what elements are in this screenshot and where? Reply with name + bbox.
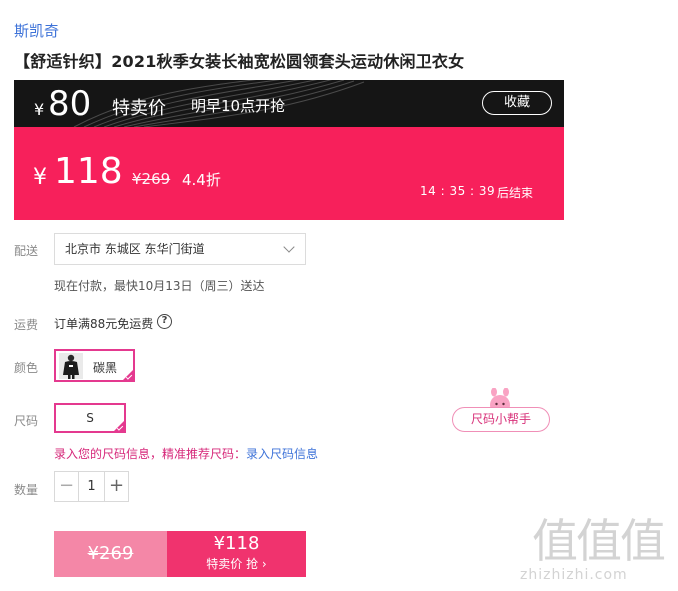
quantity-input[interactable] [79,472,104,501]
current-price-panel: ¥ 118 ¥269 4.4折 14 : 35 : 39 后结束 [14,127,564,220]
countdown-timer: 14 : 35 : 39 [420,184,496,198]
watermark-logo: 值值值 zhizhizhi.com [520,505,678,591]
size-hint-row: 录入您的尺码信息，精准推荐尺码：录入尺码信息 [54,445,318,462]
presale-strip: ¥ 80 特卖价 明早10点开抢 收藏 [14,80,564,127]
delivery-estimate: 现在付款，最快10月13日（周三）送达 [54,279,265,293]
buy-flash-price: ¥118 [213,533,260,554]
color-option-label: 碳黑 [93,361,118,375]
address-select[interactable]: 北京市 东城区 东华门街道 [54,233,306,265]
decrement-button[interactable]: − [55,472,79,501]
original-price: ¥269 [132,170,171,188]
quantity-label: 数量 [14,483,39,497]
buy-original-price-button[interactable]: ¥269 [54,531,167,577]
current-price: 118 [54,151,123,192]
quantity-stepper: − + [54,471,129,502]
color-label: 颜色 [14,361,39,375]
size-hint-text: 录入您的尺码信息，精准推荐尺码： [54,447,247,461]
product-title: 【舒适针织】2021秋季女装长袖宽松圆领套头运动休闲卫衣女 [14,52,465,71]
size-option-label: S [86,411,94,425]
presale-start-time: 明早10点开抢 [191,97,286,115]
question-circle-icon[interactable]: ? [157,314,172,329]
current-currency: ¥ [33,165,47,190]
presale-price: 80 [48,84,92,124]
shipping-label: 运费 [14,318,39,332]
buy-flash-label: 特卖价 抢 › [206,557,267,571]
color-option-selected[interactable]: 碳黑 [54,349,135,382]
countdown-suffix: 后结束 [497,186,534,200]
size-helper-button[interactable]: 尺码小帮手 [452,388,550,434]
size-option-selected[interactable]: S [54,403,126,433]
presale-currency: ¥ [34,100,45,119]
brand-link[interactable]: 斯凯奇 [14,20,59,41]
increment-button[interactable]: + [104,472,128,501]
watermark-chars: 值值值 [532,514,666,568]
buy-flash-sale-button[interactable]: ¥118 特卖价 抢 › [167,531,306,577]
discount-badge: 4.4折 [182,171,221,189]
size-record-link[interactable]: 录入尺码信息 [246,447,318,461]
color-thumbnail [59,353,83,379]
buy-bar: ¥269 ¥118 特卖价 抢 › [54,531,306,577]
size-label: 尺码 [14,414,39,428]
address-value: 北京市 东城区 东华门街道 [65,242,205,256]
size-helper-label: 尺码小帮手 [452,407,550,432]
delivery-label: 配送 [14,244,39,258]
shipping-info: 订单满88元免运费 [54,317,154,331]
favorite-button[interactable]: 收藏 [482,91,552,115]
presale-label: 特卖价 [112,98,166,119]
watermark-site: zhizhizhi.com [520,567,628,583]
promo-banner: ¥ 80 特卖价 明早10点开抢 收藏 ¥ 118 ¥269 4.4折 14 :… [14,80,564,220]
chevron-down-icon [283,241,295,253]
